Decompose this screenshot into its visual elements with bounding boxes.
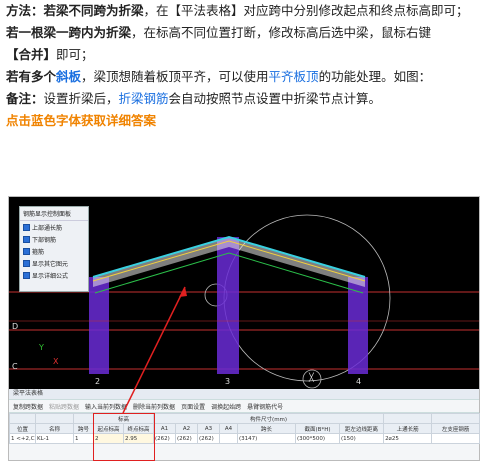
cell-offset[interactable]: (150)	[339, 433, 385, 444]
col-header: A4	[219, 423, 239, 434]
panel-option[interactable]: 显示其它图元	[20, 257, 88, 269]
cta-link[interactable]: 点击蓝色字体获取详细答案	[6, 110, 480, 132]
cell-a4[interactable]	[219, 433, 239, 444]
col-header: 跨号	[73, 423, 94, 434]
tool-delete-column[interactable]: 删除当前列数据	[133, 402, 175, 411]
cad-viewport[interactable]: 钢筋显示控制面板 上部通长筋 下部钢筋 箍筋 显示其它图元 显示详细公式 D C…	[9, 197, 479, 389]
panel-title: 钢筋显示控制面板	[20, 207, 88, 221]
highlight-box	[93, 413, 155, 461]
embedded-screenshot: 钢筋显示控制面板 上部通长筋 下部钢筋 箍筋 显示其它图元 显示详细公式 D C…	[8, 196, 481, 461]
axis-label-4: 4	[356, 377, 362, 386]
note-text2: 会自动按照节点设置中折梁节点计算。	[168, 91, 382, 106]
cell-name[interactable]: KL-1	[35, 433, 74, 444]
col-header: 上通长筋	[383, 423, 433, 434]
link-fold-beam-rebar[interactable]: 折梁钢筋	[119, 91, 169, 106]
cell-top-rebar[interactable]: 2⌀25	[383, 433, 433, 444]
option-label: 箍筋	[32, 248, 45, 256]
merge-text: ，在标高不同位置打断，修改标高后选中梁，鼠标右键	[131, 25, 432, 40]
axis-label-c: C	[12, 362, 18, 371]
col-header: 截面(B*H)	[295, 423, 341, 434]
tool-page-setup[interactable]: 页面设置	[181, 402, 205, 411]
tool-copy-span[interactable]: 复制跨数据	[13, 402, 43, 411]
col-header: 左支座钢筋	[431, 423, 481, 434]
col-header: 跨长	[237, 423, 297, 434]
option-label: 显示详细公式	[32, 272, 69, 280]
cell-a3[interactable]: (262)	[197, 433, 221, 444]
option-label: 显示其它图元	[32, 260, 69, 268]
col-header: A2	[175, 423, 199, 434]
tool-paste-span[interactable]: 粘贴跨数据	[49, 402, 79, 411]
method-text: ，在【平法表格】对应跨中分别修改起点和终点标高即可；	[143, 3, 469, 18]
checkbox-icon[interactable]	[23, 271, 30, 279]
checkbox-icon[interactable]	[23, 223, 30, 231]
cursor-cross-icon: ╳	[309, 373, 314, 382]
axis-label-3: 3	[225, 377, 231, 386]
cell-span[interactable]: 1	[73, 433, 94, 444]
table-panel-title: 梁平法表格	[9, 389, 479, 400]
table-row[interactable]: 1 <+2,C; KL-1 1 2 2.95 (262) (262) (262)…	[9, 433, 481, 444]
cell-position[interactable]: 1 <+2,C;	[9, 433, 36, 444]
article-body: 方法：若梁不同跨为折梁，在【平法表格】对应跨中分别修改起点和终点标高即可； 若一…	[6, 0, 480, 132]
cell-a2[interactable]: (262)	[175, 433, 199, 444]
column-center	[217, 237, 239, 374]
option-label: 上部通长筋	[32, 224, 63, 232]
col-header: 名称	[35, 423, 74, 434]
link-flush-slab-top[interactable]: 平齐板顶	[269, 69, 319, 84]
checkbox-icon[interactable]	[23, 235, 30, 243]
tool-cantilever-code[interactable]: 悬臂钢筋代号	[247, 402, 283, 411]
paragraph-slab: 若有多个斜板，梁顶想随着板顶平齐，可以使用平齐板顶的功能处理。如图：	[6, 66, 480, 88]
panel-option[interactable]: 上部通长筋	[20, 221, 88, 233]
cell-left-support[interactable]	[431, 433, 481, 444]
col-header: A1	[153, 423, 177, 434]
merge-bold2: 【合并】	[6, 47, 57, 62]
panel-option[interactable]: 箍筋	[20, 245, 88, 257]
axis-label-2: 2	[95, 377, 101, 386]
checkbox-icon[interactable]	[23, 247, 30, 255]
beam-table: 标高 构件尺寸(mm) 位置 名称 跨号 起点标高 终点标高 A1 A2 A3 A…	[9, 413, 481, 444]
table-toolbar: 复制跨数据 粘贴跨数据 输入当前列数据 删除当前列数据 页面设置 调换起始跨 悬…	[9, 400, 479, 413]
cell-a1[interactable]: (262)	[153, 433, 177, 444]
merge-text2: 即可；	[56, 47, 94, 62]
col-header: A3	[197, 423, 221, 434]
panel-option[interactable]: 显示详细公式	[20, 269, 88, 281]
rebar-display-panel[interactable]: 钢筋显示控制面板 上部通长筋 下部钢筋 箍筋 显示其它图元 显示详细公式	[19, 206, 89, 292]
group-header-size: 构件尺寸(mm)	[153, 413, 385, 424]
merge-bold: 若一根梁一跨内为折梁	[6, 25, 132, 40]
paragraph-merge: 若一根梁一跨内为折梁，在标高不同位置打断，修改标高后选中梁，鼠标右键【合并】即可…	[6, 22, 480, 66]
cell-span-length[interactable]: (3147)	[237, 433, 297, 444]
method-bold: 若梁不同跨为折梁	[43, 3, 144, 18]
beam-table-panel: 梁平法表格 复制跨数据 粘贴跨数据 输入当前列数据 删除当前列数据 页面设置 调…	[9, 389, 481, 461]
ucs-x-label: X	[53, 357, 59, 366]
paragraph-method: 方法：若梁不同跨为折梁，在【平法表格】对应跨中分别修改起点和终点标高即可；	[6, 0, 480, 22]
axis-label-d: D	[12, 322, 19, 331]
col-header: 位置	[9, 423, 36, 434]
slab-bold: 若有多个	[6, 69, 57, 84]
ucs-y-label: Y	[39, 343, 44, 352]
slab-text: ，梁顶想随着板顶平齐，可以使用	[81, 69, 269, 84]
checkbox-icon[interactable]	[23, 259, 30, 267]
link-slope-slab[interactable]: 斜板	[56, 69, 81, 84]
paragraph-note: 备注：设置折梁后，折梁钢筋会自动按照节点设置中折梁节点计算。	[6, 88, 480, 110]
note-bold: 备注：	[6, 91, 44, 106]
note-text: 设置折梁后，	[43, 91, 119, 106]
tool-input-column[interactable]: 输入当前列数据	[85, 402, 127, 411]
slab-text2: 的功能处理。如图：	[318, 69, 432, 84]
method-label: 方法：	[6, 3, 44, 18]
option-label: 下部钢筋	[32, 236, 57, 244]
cell-section[interactable]: (300*500)	[295, 433, 341, 444]
col-header: 距左边线距离	[339, 423, 385, 434]
panel-option[interactable]: 下部钢筋	[20, 233, 88, 245]
tool-swap-start-span[interactable]: 调换起始跨	[211, 402, 241, 411]
